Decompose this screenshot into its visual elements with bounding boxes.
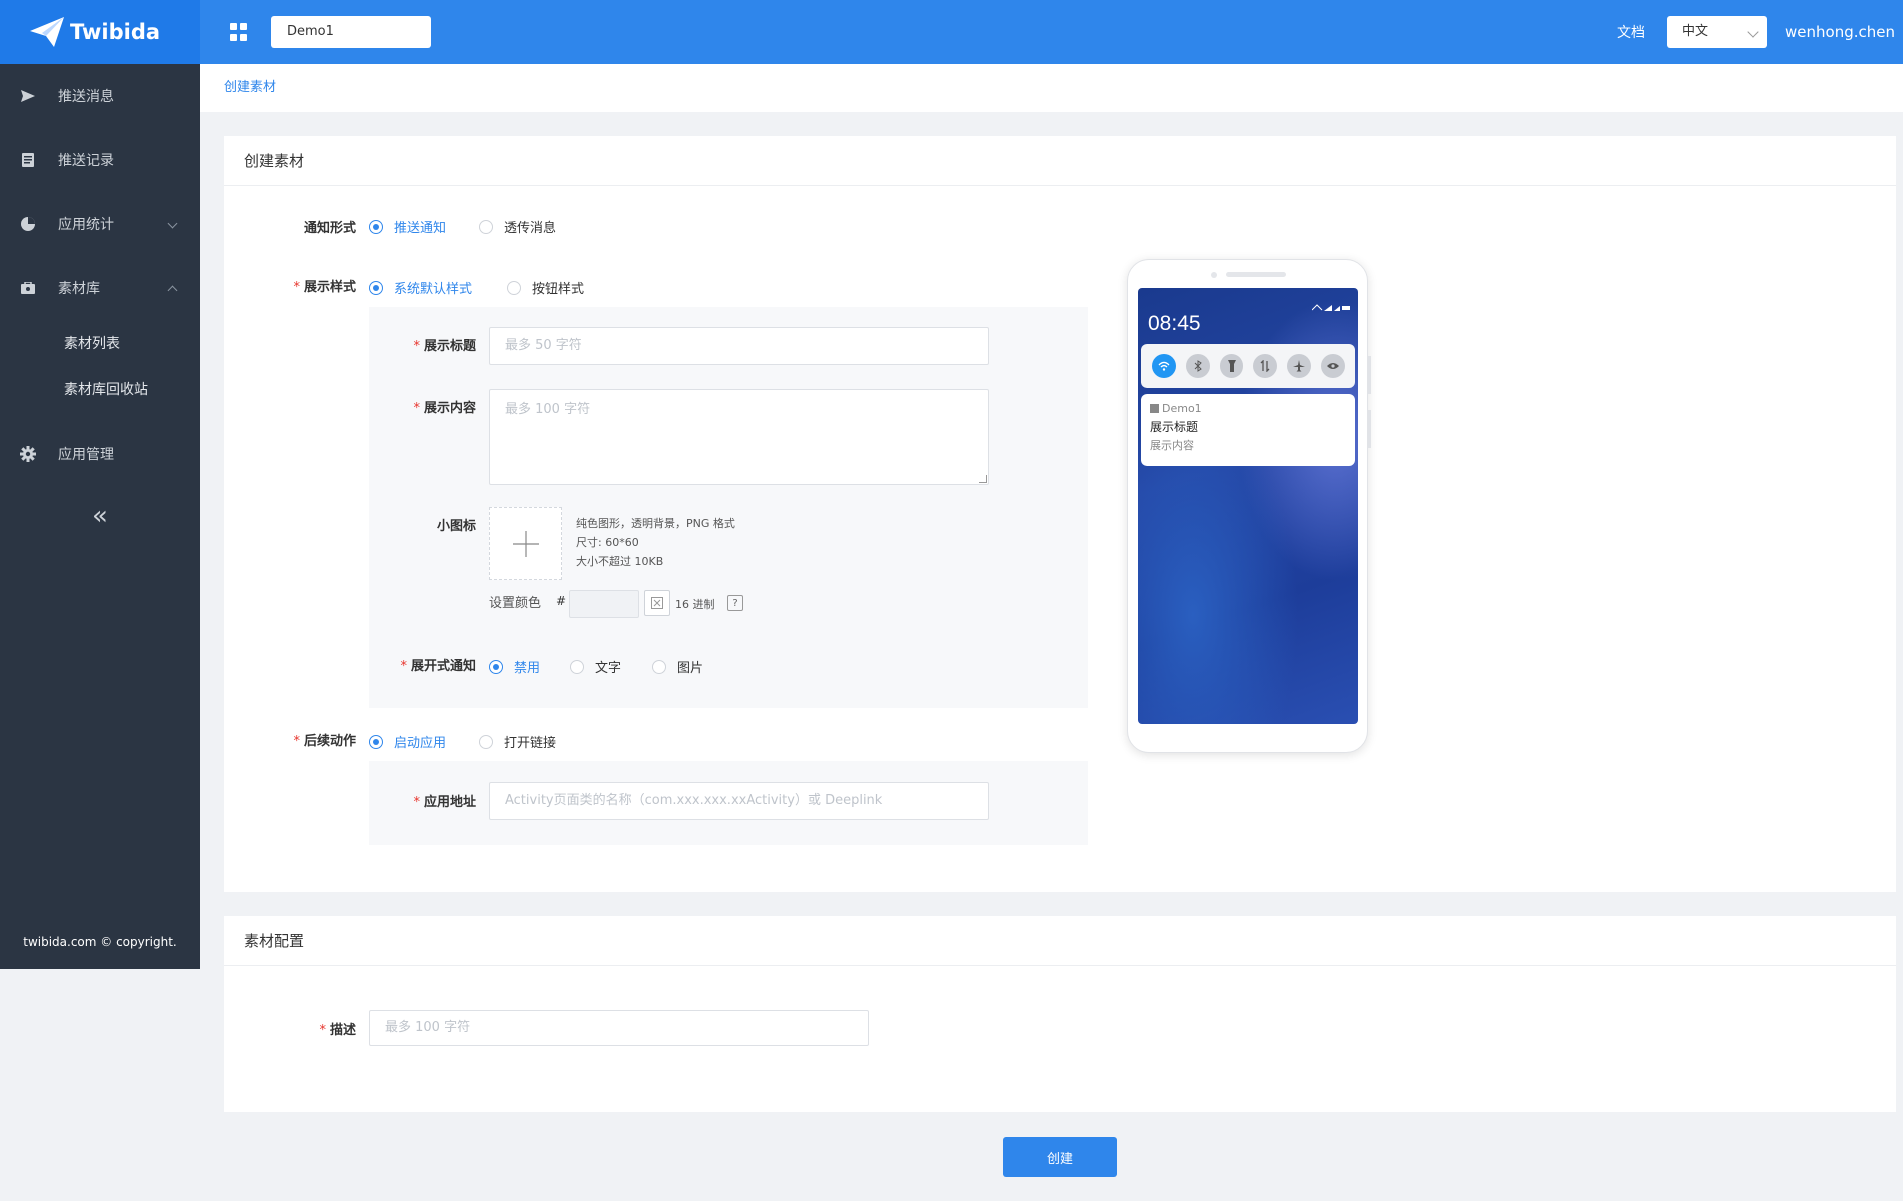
sidebar-item-label: 素材库 xyxy=(58,281,100,297)
radio-system-default-style[interactable]: 系统默认样式 xyxy=(369,278,472,297)
briefcase-icon xyxy=(20,280,36,296)
sidebar-item-material-library[interactable]: 素材库 xyxy=(0,256,200,320)
sidebar-item-app-stats[interactable]: 应用统计 xyxy=(0,192,200,256)
top-header: Twibida Demo1 文档 中文 wenhong.chen xyxy=(0,0,1903,64)
sidebar-subitem-material-list[interactable]: 素材列表 xyxy=(0,320,200,366)
clear-color-button[interactable] xyxy=(644,590,670,616)
hex-label: 16 进制 xyxy=(675,598,715,611)
plus-icon xyxy=(512,530,539,557)
radio-expand-text[interactable]: 文字 xyxy=(570,657,621,676)
brand-name: Twibida xyxy=(70,20,161,44)
expand-notification-label: * 展开式通知 xyxy=(400,659,476,674)
display-title-input[interactable]: 最多 50 字符 xyxy=(489,327,989,365)
close-icon xyxy=(651,597,663,609)
wifi-icon xyxy=(1152,354,1176,378)
sidebar-subitem-recycle-bin[interactable]: 素材库回收站 xyxy=(0,366,200,412)
sidebar-item-push-message[interactable]: 推送消息 xyxy=(0,64,200,128)
radio-expand-image[interactable]: 图片 xyxy=(652,657,703,676)
radio-launch-app[interactable]: 启动应用 xyxy=(369,732,446,751)
brand-logo[interactable]: Twibida xyxy=(0,0,200,64)
phone-screen: 08:45 Demo1 展示标题 展示内容 xyxy=(1138,288,1358,724)
paper-plane-logo-icon xyxy=(30,17,64,47)
quick-settings-panel xyxy=(1141,344,1355,388)
card-title: 素材配置 xyxy=(224,916,1896,966)
chevron-down-icon xyxy=(167,218,178,229)
eye-icon xyxy=(1321,354,1345,378)
sidebar-item-app-management[interactable]: 应用管理 xyxy=(0,422,200,486)
sidebar: 推送消息 推送记录 应用统计 素材库 素材列表 素材库回收站 应用管理 « tw… xyxy=(0,64,200,969)
display-content-textarea[interactable]: 最多 100 字符 xyxy=(489,389,989,485)
radio-passthrough-message[interactable]: 透传消息 xyxy=(479,217,556,236)
phone-clock: 08:45 xyxy=(1148,312,1201,335)
notification-preview: Demo1 展示标题 展示内容 xyxy=(1141,394,1355,466)
icon-upload-box[interactable] xyxy=(489,507,562,580)
small-icon-label: 小图标 xyxy=(436,519,476,534)
gear-icon xyxy=(20,446,36,462)
help-icon[interactable]: ? xyxy=(727,595,743,611)
sidebar-item-label: 应用管理 xyxy=(58,447,114,463)
description-input[interactable]: 最多 100 字符 xyxy=(369,1010,869,1046)
notification-title: 展示标题 xyxy=(1150,420,1199,434)
phone-side-button xyxy=(1368,356,1371,394)
app-address-input[interactable]: Activity页面类的名称（com.xxx.xxx.xxActivity）或 … xyxy=(489,782,989,820)
icon-requirements: 纯色图形，透明背景，PNG 格式 尺寸: 60*60 大小不超过 10KB xyxy=(576,517,735,568)
follow-up-action-label: * 后续动作 xyxy=(293,734,356,749)
document-icon xyxy=(20,152,36,168)
resize-handle[interactable] xyxy=(979,475,987,483)
flashlight-icon xyxy=(1219,354,1244,378)
color-hex-input[interactable] xyxy=(569,590,639,618)
phone-preview: 08:45 Demo1 展示标题 展示内容 xyxy=(1127,259,1371,753)
chevron-up-icon xyxy=(167,285,178,296)
breadcrumb[interactable]: 创建素材 xyxy=(200,64,1903,112)
display-title-label: * 展示标题 xyxy=(413,339,476,354)
card-title: 创建素材 xyxy=(224,136,1896,186)
display-style-label: * 展示样式 xyxy=(293,280,356,295)
hash-symbol: # xyxy=(556,594,567,608)
phone-speaker xyxy=(1226,272,1286,277)
phone-side-button xyxy=(1368,410,1371,448)
notify-type-label: 通知形式 xyxy=(303,221,356,236)
notification-app-name: Demo1 xyxy=(1150,402,1346,415)
user-menu[interactable]: wenhong.chen xyxy=(1785,23,1895,41)
sidebar-item-label: 推送记录 xyxy=(58,153,114,169)
data-icon xyxy=(1253,354,1278,378)
language-value: 中文 xyxy=(1682,24,1709,39)
copyright-text: twibida.com © copyright. xyxy=(23,935,177,949)
chevron-down-icon xyxy=(1747,26,1759,38)
display-style-panel xyxy=(369,307,1088,708)
display-content-label: * 展示内容 xyxy=(413,401,476,416)
notification-content: 展示内容 xyxy=(1150,439,1194,452)
radio-button-style[interactable]: 按钮样式 xyxy=(507,278,584,297)
description-label: * 描述 xyxy=(319,1023,356,1038)
app-address-label: * 应用地址 xyxy=(413,795,476,810)
airplane-icon xyxy=(1287,354,1312,378)
language-select[interactable]: 中文 xyxy=(1667,16,1768,48)
sidebar-item-label: 推送消息 xyxy=(58,89,114,105)
status-bar-icons xyxy=(1311,304,1350,314)
apps-grid-icon[interactable] xyxy=(230,23,248,41)
pie-chart-icon xyxy=(20,216,36,232)
docs-link[interactable]: 文档 xyxy=(1617,22,1645,42)
sidebar-item-push-records[interactable]: 推送记录 xyxy=(0,128,200,192)
app-selector[interactable]: Demo1 xyxy=(271,16,431,48)
app-icon xyxy=(1150,404,1159,413)
phone-camera xyxy=(1211,272,1217,278)
radio-open-link[interactable]: 打开链接 xyxy=(479,732,556,751)
bluetooth-icon xyxy=(1185,354,1210,378)
create-button[interactable]: 创建 xyxy=(1003,1137,1117,1177)
radio-push-notification[interactable]: 推送通知 xyxy=(369,217,446,236)
set-color-label: 设置颜色 xyxy=(489,596,542,611)
collapse-sidebar-button[interactable]: « xyxy=(0,486,200,546)
radio-expand-disabled[interactable]: 禁用 xyxy=(489,657,540,676)
send-icon xyxy=(20,88,36,104)
sidebar-item-label: 应用统计 xyxy=(58,217,114,233)
